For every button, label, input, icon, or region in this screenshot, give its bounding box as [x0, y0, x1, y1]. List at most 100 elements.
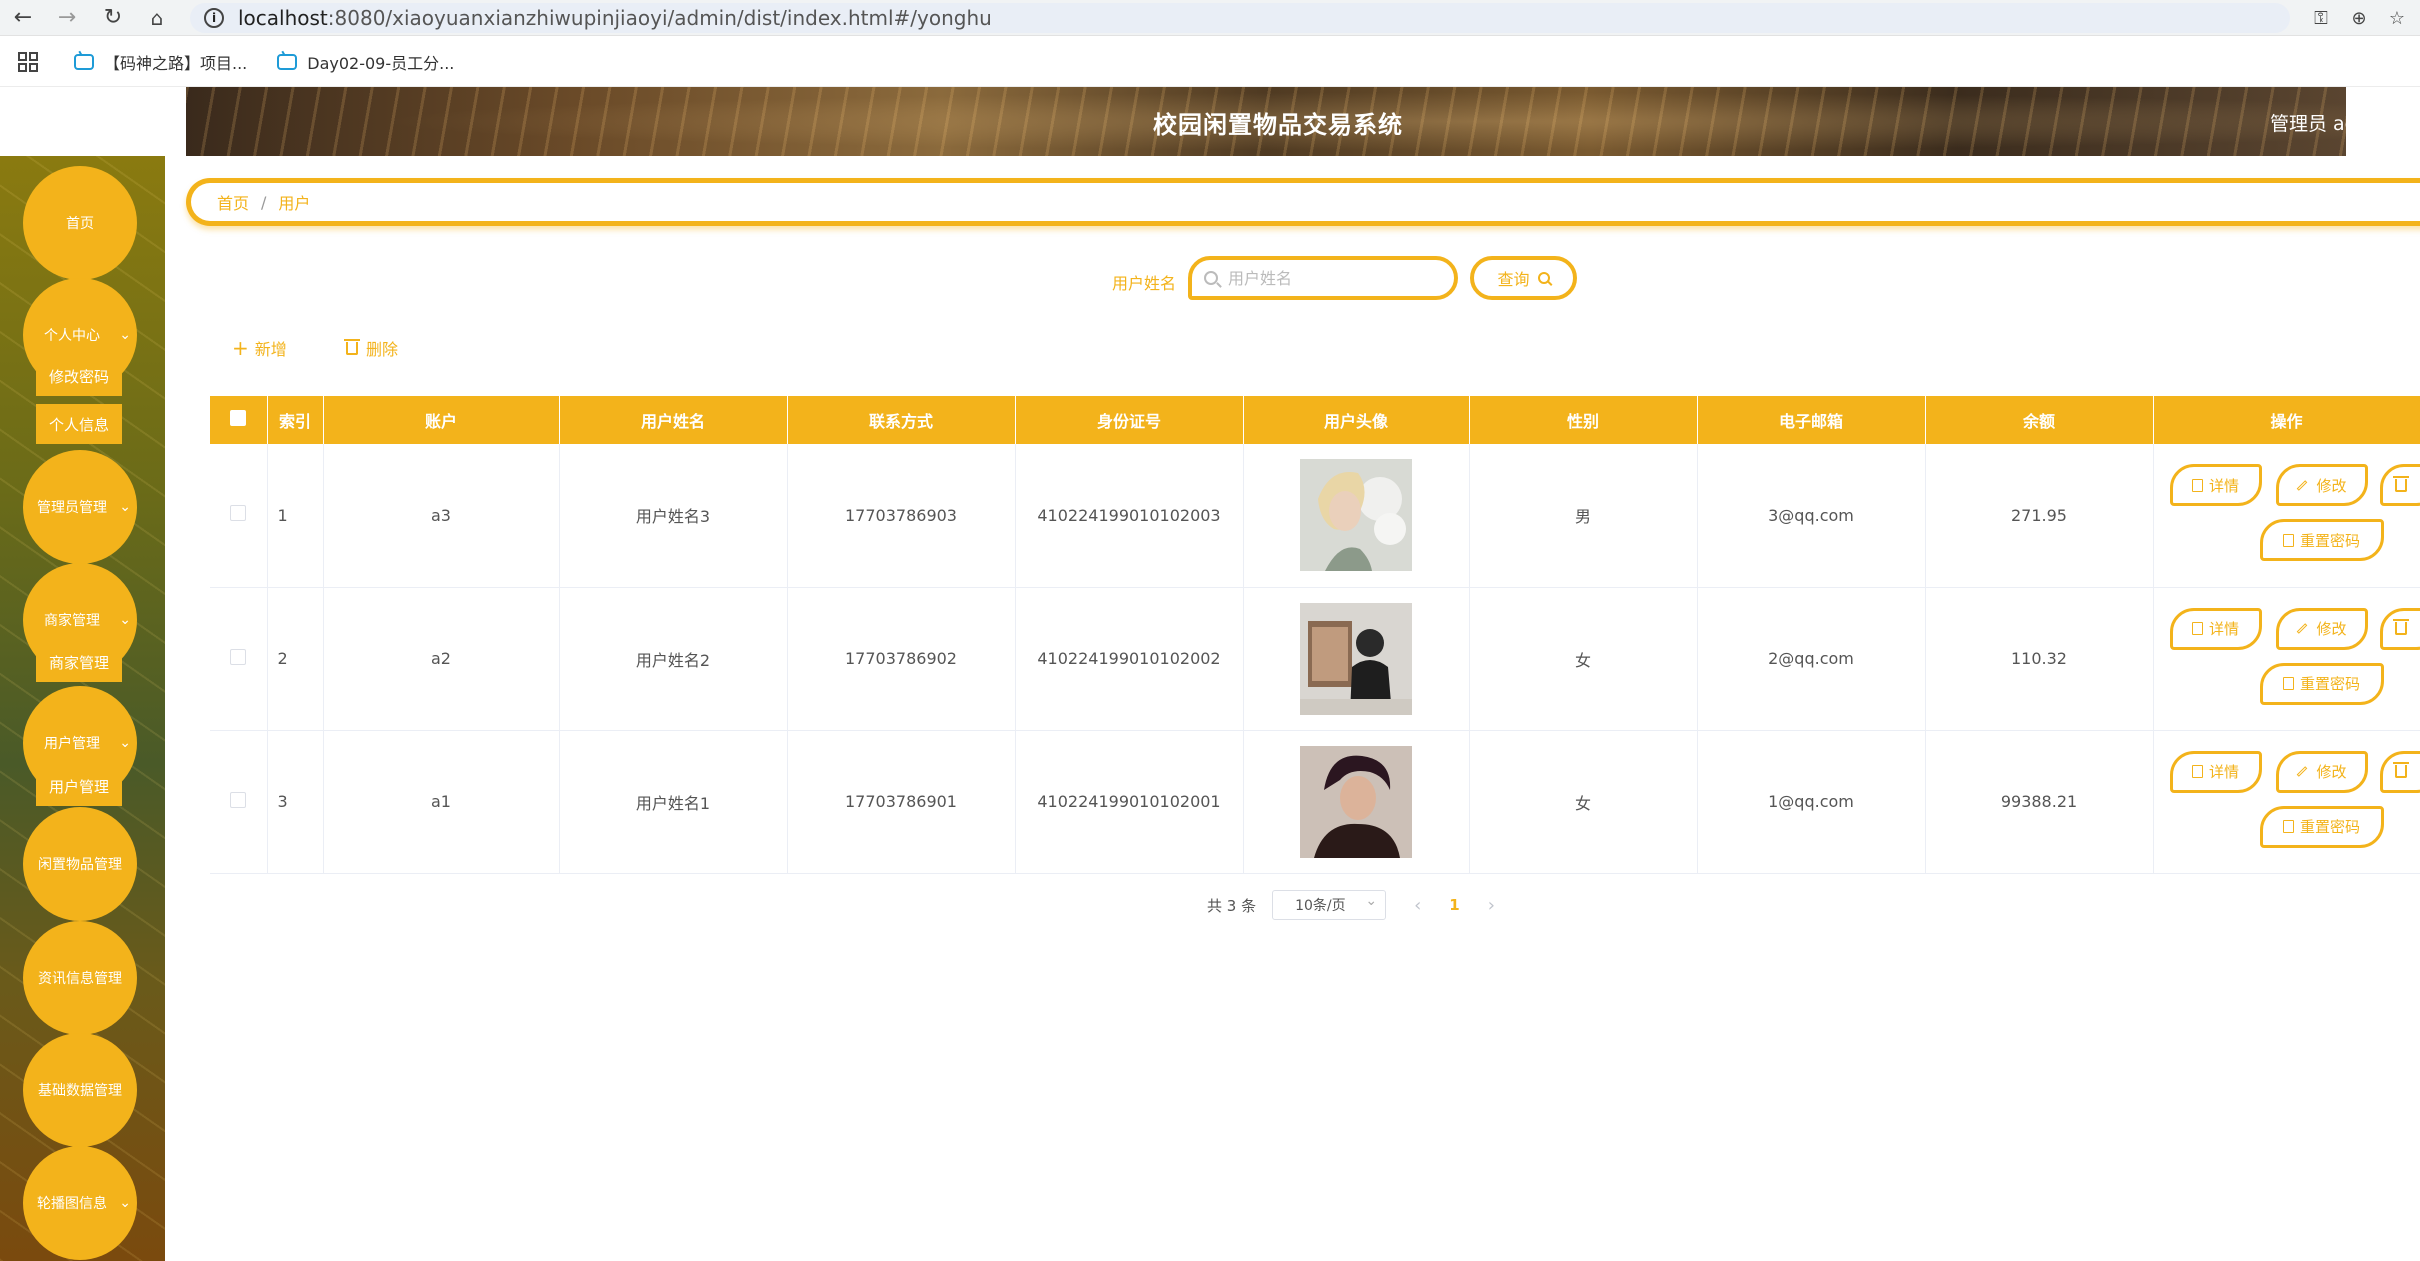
back-icon[interactable]: ← [8, 3, 38, 33]
select-all-cell[interactable] [210, 396, 268, 444]
column-header: 账户 [323, 396, 560, 444]
chevron-down-icon: ⌄ [119, 327, 131, 343]
cell-id-card: 410224199010102002 [1015, 587, 1244, 731]
sidebar-item-basic-data[interactable]: 基础数据管理 [23, 1033, 137, 1147]
column-header: 用户姓名 [559, 396, 788, 444]
detail-button[interactable]: 详情 [2169, 464, 2262, 506]
table-header-row: 索引 账户 用户姓名 联系方式 身份证号 用户头像 性别 电子邮箱 余额 操作 [210, 396, 2420, 444]
row-select-cell[interactable] [210, 444, 268, 588]
cell-avatar [1243, 444, 1470, 588]
url-host: localhost [238, 6, 328, 30]
zoom-icon[interactable]: ⊕ [2344, 3, 2374, 33]
search-icon [1537, 272, 1550, 284]
prev-page-icon[interactable]: ‹ [1414, 895, 1421, 916]
reset-password-button[interactable]: 重置密码 [2259, 519, 2384, 561]
document-icon [2191, 478, 2203, 492]
cell-account: a1 [323, 730, 560, 874]
row-checkbox[interactable] [230, 648, 247, 665]
row-checkbox[interactable] [230, 791, 247, 808]
user-avatar[interactable] [1300, 745, 1412, 858]
document-icon [2282, 820, 2294, 833]
table-row: 2 a2 用户姓名2 17703786902 41022419901010200… [210, 587, 2420, 731]
user-label[interactable]: 管理员 ad [2270, 109, 2357, 136]
row-delete-button[interactable] [2379, 607, 2419, 650]
user-avatar[interactable] [1300, 459, 1412, 572]
browser-toolbar: ← → ↻ ⌂ i localhost:8080/xiaoyuanxianzhi… [0, 0, 2420, 36]
sidebar-item-news[interactable]: 资讯信息管理 [23, 921, 137, 1035]
chevron-down-icon: ⌄ [119, 612, 131, 628]
bookmark-bar: 【码神之路】项目... Day02-09-员工分... [0, 37, 2420, 87]
page-number[interactable]: 1 [1449, 896, 1459, 914]
edit-button[interactable]: 修改 [2275, 464, 2368, 506]
submenu-users[interactable]: 用户管理 [36, 766, 122, 806]
trash-icon [344, 338, 360, 355]
page-size-select[interactable]: 10条/页 [1272, 890, 1387, 920]
query-button[interactable]: 查询 [1470, 256, 1577, 300]
row-checkbox[interactable] [230, 505, 247, 522]
cell-phone: 17703786903 [787, 444, 1016, 588]
row-select-cell[interactable] [210, 587, 268, 731]
cell-gender: 男 [1469, 444, 1698, 588]
cell-id-card: 410224199010102001 [1015, 730, 1244, 874]
cell-name: 用户姓名1 [559, 730, 788, 874]
cell-gender: 女 [1469, 730, 1698, 874]
breadcrumb-home[interactable]: 首页 [217, 190, 249, 214]
bookmark-star-icon[interactable]: ☆ [2382, 3, 2412, 33]
row-select-cell[interactable] [210, 730, 268, 874]
cell-balance: 99388.21 [1925, 730, 2154, 874]
cell-phone: 17703786901 [787, 730, 1016, 874]
breadcrumb: 首页 / 用户 [186, 178, 2420, 226]
edit-button[interactable]: 修改 [2275, 750, 2368, 793]
search-input[interactable] [1228, 268, 1428, 288]
column-header: 电子邮箱 [1697, 396, 1926, 444]
select-all-checkbox[interactable] [230, 410, 247, 426]
reset-password-button[interactable]: 重置密码 [2259, 662, 2384, 705]
home-icon[interactable]: ⌂ [142, 3, 172, 33]
address-bar[interactable]: i localhost:8080/xiaoyuanxianzhiwupinjia… [190, 3, 2290, 33]
user-avatar[interactable] [1300, 602, 1412, 715]
row-delete-button[interactable] [2379, 750, 2419, 793]
delete-button[interactable]: 删除 [344, 336, 398, 360]
next-page-icon[interactable]: › [1488, 895, 1495, 916]
sidebar-item-carousel[interactable]: 轮播图信息 ⌄ [23, 1146, 137, 1260]
bookmark-item-2[interactable]: Day02-09-员工分... [277, 50, 454, 74]
sidebar-item-home[interactable]: 首页 [23, 166, 137, 280]
forward-icon[interactable]: → [52, 3, 82, 33]
sidebar-item-goods[interactable]: 闲置物品管理 [23, 807, 137, 921]
edit-icon [2297, 479, 2308, 491]
password-key-icon[interactable]: ⚿ [2306, 3, 2336, 33]
reset-password-button[interactable]: 重置密码 [2259, 805, 2384, 848]
edit-button[interactable]: 修改 [2275, 607, 2368, 650]
submenu-change-password[interactable]: 修改密码 [36, 356, 122, 396]
apps-grid-icon[interactable] [18, 51, 38, 72]
submenu-merchant[interactable]: 商家管理 [36, 642, 122, 682]
bookmark-item-1[interactable]: 【码神之路】项目... [74, 50, 247, 74]
document-icon [2282, 677, 2294, 690]
breadcrumb-current: 用户 [278, 194, 311, 213]
submenu-profile[interactable]: 个人信息 [36, 404, 122, 444]
detail-button[interactable]: 详情 [2169, 750, 2262, 793]
cell-balance: 110.32 [1925, 587, 2154, 731]
sidebar-item-admin[interactable]: 管理员管理 ⌄ [23, 450, 137, 564]
chevron-down-icon: ⌄ [119, 1195, 131, 1211]
cell-account: a2 [323, 587, 560, 731]
trash-icon [2392, 762, 2409, 778]
cell-actions: 详情 修改 重置密码 [2153, 587, 2420, 731]
site-info-icon[interactable]: i [204, 8, 224, 28]
column-header: 操作 [2153, 396, 2420, 444]
cell-email: 3@qq.com [1697, 444, 1926, 588]
url-path: :8080/xiaoyuanxianzhiwupinjiaoyi/admin/d… [327, 6, 992, 30]
cell-gender: 女 [1469, 587, 1698, 731]
detail-button[interactable]: 详情 [2169, 607, 2262, 650]
column-header: 联系方式 [787, 396, 1016, 444]
search-label: 用户姓名 [1112, 274, 1177, 293]
document-icon [2191, 765, 2203, 778]
row-delete-button[interactable] [2379, 464, 2419, 506]
search-field[interactable] [1188, 256, 1458, 300]
add-button[interactable]: + 新增 [232, 336, 287, 360]
pagination: 共 3 条 10条/页 ‹ 1 › [1207, 889, 1495, 921]
column-header: 性别 [1469, 396, 1698, 444]
reload-icon[interactable]: ↻ [98, 3, 128, 33]
chevron-down-icon: ⌄ [119, 499, 131, 515]
cell-actions: 详情 修改 重置密码 [2153, 444, 2420, 588]
